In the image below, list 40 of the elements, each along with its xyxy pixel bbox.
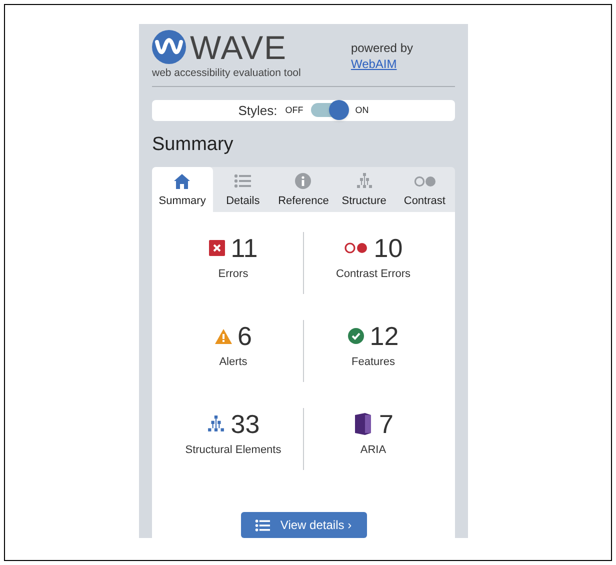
count: 6 [238,320,252,352]
section-heading: Summary [152,133,234,157]
stat-label: Structural Elements [185,443,282,458]
wave-logo-icon [152,30,186,64]
alert-icon [214,328,232,344]
tab[interactable]: Details [212,167,274,212]
list-icon [234,174,252,188]
count: 7 [379,408,394,440]
cube-icon [353,413,374,435]
logo-text: WAVE [190,30,287,64]
tab[interactable]: Summary [152,167,213,212]
stat-label: Errors [218,267,248,282]
tab[interactable]: Contrast [394,167,455,212]
tab[interactable]: Structure [334,167,394,212]
count: 10 [374,232,403,264]
count: 33 [230,408,260,440]
info-icon [295,173,312,189]
hierarchy-icon [356,173,373,189]
tab[interactable]: Reference [273,167,334,212]
off-label: OFF [285,104,304,117]
count: 12 [370,320,399,352]
hierarchy-icon [206,415,225,433]
contrast-circles-icon [414,176,436,186]
stat-label: Features [352,355,395,370]
tagline: web accessibility evaluation tool [152,66,301,81]
stat-label: ARIA [360,443,386,458]
stat-label: Contrast Errors [336,267,411,282]
powered-by-text: powered by [350,40,413,56]
contrast-error-icon [344,242,368,254]
styles-label: Styles: [238,102,278,120]
webaim-link[interactable]: WebAIM [350,56,413,72]
check-circle-icon [348,328,364,344]
on-label: ON [355,104,369,117]
count: 11 [230,232,258,264]
stat-label: Alerts [219,355,248,370]
error-icon [208,240,225,256]
list-icon [255,518,270,532]
home-icon [174,174,190,188]
view-details-button[interactable]: View details › [240,512,366,538]
styles-toggle[interactable] [311,103,348,118]
